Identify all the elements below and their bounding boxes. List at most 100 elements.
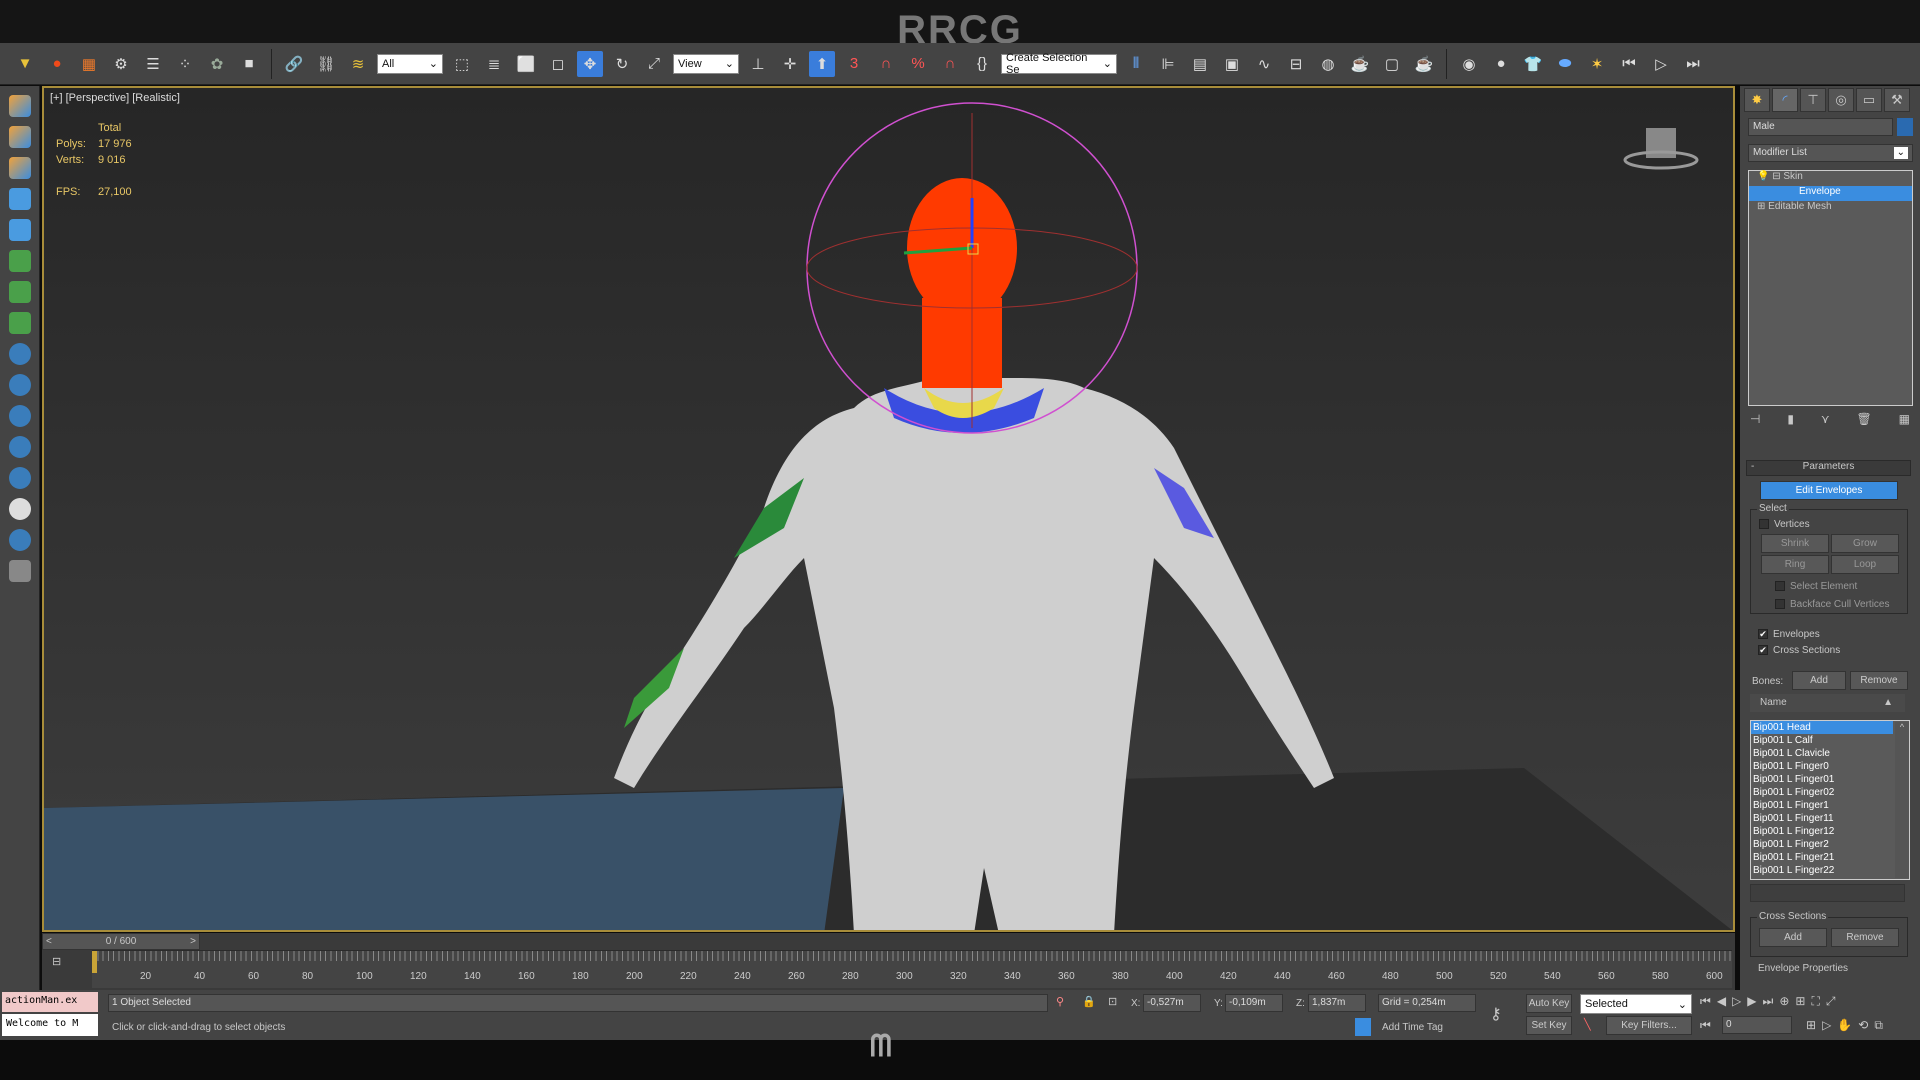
auto-key-button[interactable]: Auto Key [1526,994,1572,1013]
sphere-icon[interactable]: ● [1488,51,1514,77]
named-selection-dropdown[interactable]: Create Selection Se ⌄ [1001,52,1117,76]
scene-explorer-icon[interactable]: ☰ [140,51,166,77]
angle-snap-icon[interactable]: ∩ [873,51,899,77]
perspective-viewport[interactable]: [+] [Perspective] [Realistic] Total Poly… [42,86,1735,932]
bone-list-item[interactable]: Bip001 L Finger01 [1751,773,1893,786]
envelopes-checkbox[interactable]: ✔ Envelopes [1758,626,1820,642]
object-name-field[interactable]: Male [1748,118,1893,136]
tab-modify[interactable]: ◜ [1772,88,1798,112]
box-icon[interactable]: ■ [236,51,262,77]
spark-icon[interactable]: ✶ [1584,51,1610,77]
bone-list-item[interactable]: Bip001 L Finger1 [1751,799,1893,812]
undo-icon[interactable]: ▼ [12,51,38,77]
stack-item-envelope[interactable]: Envelope [1749,186,1912,201]
schematic-view-icon[interactable]: ⊟ [1283,51,1309,77]
object-color-swatch[interactable] [1897,118,1913,136]
pivot-icon[interactable]: ⊥ [745,51,771,77]
rendered-frame-icon[interactable]: ▢ [1379,51,1405,77]
add-time-tag[interactable]: Add Time Tag [1382,1022,1443,1033]
tab-hierarchy[interactable]: ⊤ [1800,88,1826,112]
viewport-label[interactable]: [+] [Perspective] [Realistic] [50,92,180,104]
time-slider[interactable]: <0 / 600 > [42,933,200,950]
unlink-icon[interactable]: ⛓ [313,51,339,77]
absolute-mode-icon[interactable]: ⊡ [1108,995,1117,1008]
pin-stack-icon[interactable]: ⊣ [1750,412,1760,426]
globe-icon[interactable] [9,529,31,551]
zoom-extents-icon[interactable]: ⛶ [1811,994,1819,1009]
next-key-icon[interactable]: ▶ [1747,994,1756,1009]
backface-cull-checkbox[interactable]: Backface Cull Vertices [1775,596,1890,612]
bone-list-item[interactable]: Bip001 L Finger02 [1751,786,1893,799]
stack-item-editable-mesh[interactable]: ⊞ Editable Mesh [1749,201,1912,216]
populate-icon[interactable] [9,126,31,148]
zoom-all-icon[interactable]: ⊞ [1795,994,1805,1009]
cloth-icon[interactable]: 👕 [1520,51,1546,77]
rotate-icon[interactable]: ↻ [609,51,635,77]
bones-list-scrollbar[interactable]: ^ [1895,722,1909,878]
key-filters-button[interactable]: Key Filters... [1606,1016,1692,1035]
pan-icon[interactable]: ✋ [1837,1018,1852,1033]
name-column-header[interactable]: Name ▲ [1750,694,1905,712]
bone-list-item[interactable]: Bip001 L Finger21 [1751,851,1893,864]
y-coordinate-field[interactable]: -0,109m [1225,994,1283,1012]
make-unique-icon[interactable]: ⋎ [1821,412,1830,426]
remove-cross-section-button[interactable]: Remove [1831,928,1899,947]
bone-name-field[interactable] [1750,884,1905,902]
globe-icon[interactable] [9,405,31,427]
record-icon[interactable]: ● [44,51,70,77]
go-to-start-icon[interactable]: ⏮ [1700,994,1711,1009]
selection-filter-dropdown[interactable]: All ⌄ [377,53,443,74]
remove-modifier-icon[interactable]: 🗑 [1857,412,1872,426]
prev-frame-icon[interactable]: < [46,934,52,949]
set-key-pen-icon[interactable]: ╲ [1584,1018,1591,1031]
percent-snap-icon[interactable]: % [905,51,931,77]
key-mode-toggle-icon[interactable]: ⏮ [1700,1018,1711,1033]
link-icon[interactable]: 🔗 [281,51,307,77]
particles-icon[interactable]: ⁘ [172,51,198,77]
rect-selection-icon[interactable]: ⬜ [513,51,539,77]
bone-list-item[interactable]: Bip001 L Finger2 [1751,838,1893,851]
scene-explorer-toggle-icon[interactable]: ▣ [1219,51,1245,77]
globe-icon[interactable] [9,343,31,365]
edit-envelopes-button[interactable]: Edit Envelopes [1760,481,1898,500]
globe-icon[interactable] [9,374,31,396]
maxscript-listener-output[interactable]: actionMan.ex [2,992,98,1012]
globe-icon[interactable] [9,436,31,458]
orbit-icon[interactable]: ⟲ [1858,1018,1868,1033]
bind-space-warp-icon[interactable]: ≋ [345,51,371,77]
add-cross-section-button[interactable]: Add [1759,928,1827,947]
curve-editor-icon[interactable]: ∿ [1251,51,1277,77]
grow-button[interactable]: Grow [1831,534,1899,553]
bones-list[interactable]: Bip001 Head Bip001 L Calf Bip001 L Clavicl… [1750,720,1910,880]
shrink-button[interactable]: Shrink [1761,534,1829,553]
select-object-icon[interactable]: ⬚ [449,51,475,77]
window-crossing-icon[interactable]: ◻ [545,51,571,77]
current-frame-marker[interactable] [92,951,97,973]
eraser-icon[interactable]: ⬬ [1552,51,1578,77]
tab-create[interactable]: ✸ [1744,88,1770,112]
layer-manager-icon[interactable]: ▤ [1187,51,1213,77]
select-manipulate-icon[interactable]: ✛ [777,51,803,77]
layer-icon[interactable]: ▦ [76,51,102,77]
bone-list-item[interactable]: Bip001 L Clavicle [1751,747,1893,760]
gear-icon[interactable]: ⚙ [108,51,134,77]
ring-button[interactable]: Ring [1761,555,1829,574]
stack-item-skin[interactable]: 💡 ⊟ Skin [1749,171,1912,186]
timeline-ruler[interactable]: 20 40 60 80 100 120 140 160 180 200 220 240 260 280 30… [92,950,1732,988]
render-icon[interactable]: ☕ [1411,51,1437,77]
bone-list-item[interactable]: Bip001 L Calf [1751,734,1893,747]
parameters-rollout-header[interactable]: - Parameters [1746,460,1911,476]
tab-motion[interactable]: ◎ [1828,88,1854,112]
globe-icon[interactable] [9,467,31,489]
edit-named-selection-icon[interactable]: {} [969,51,995,77]
go-to-end-icon[interactable]: ⏭ [1763,994,1774,1009]
z-coordinate-field[interactable]: 1,837m [1308,994,1366,1012]
tree-icon[interactable] [9,281,31,303]
bone-list-item[interactable]: Bip001 L Finger22 [1751,864,1893,877]
populate-icon[interactable] [9,95,31,117]
x-coordinate-field[interactable]: -0,527m [1143,994,1201,1012]
material-editor-icon[interactable]: ◍ [1315,51,1341,77]
bone-list-item[interactable]: Bip001 L Finger0 [1751,760,1893,773]
vertices-checkbox[interactable]: Vertices [1759,516,1810,532]
anim-next-icon[interactable]: ⏭ [1680,51,1706,77]
